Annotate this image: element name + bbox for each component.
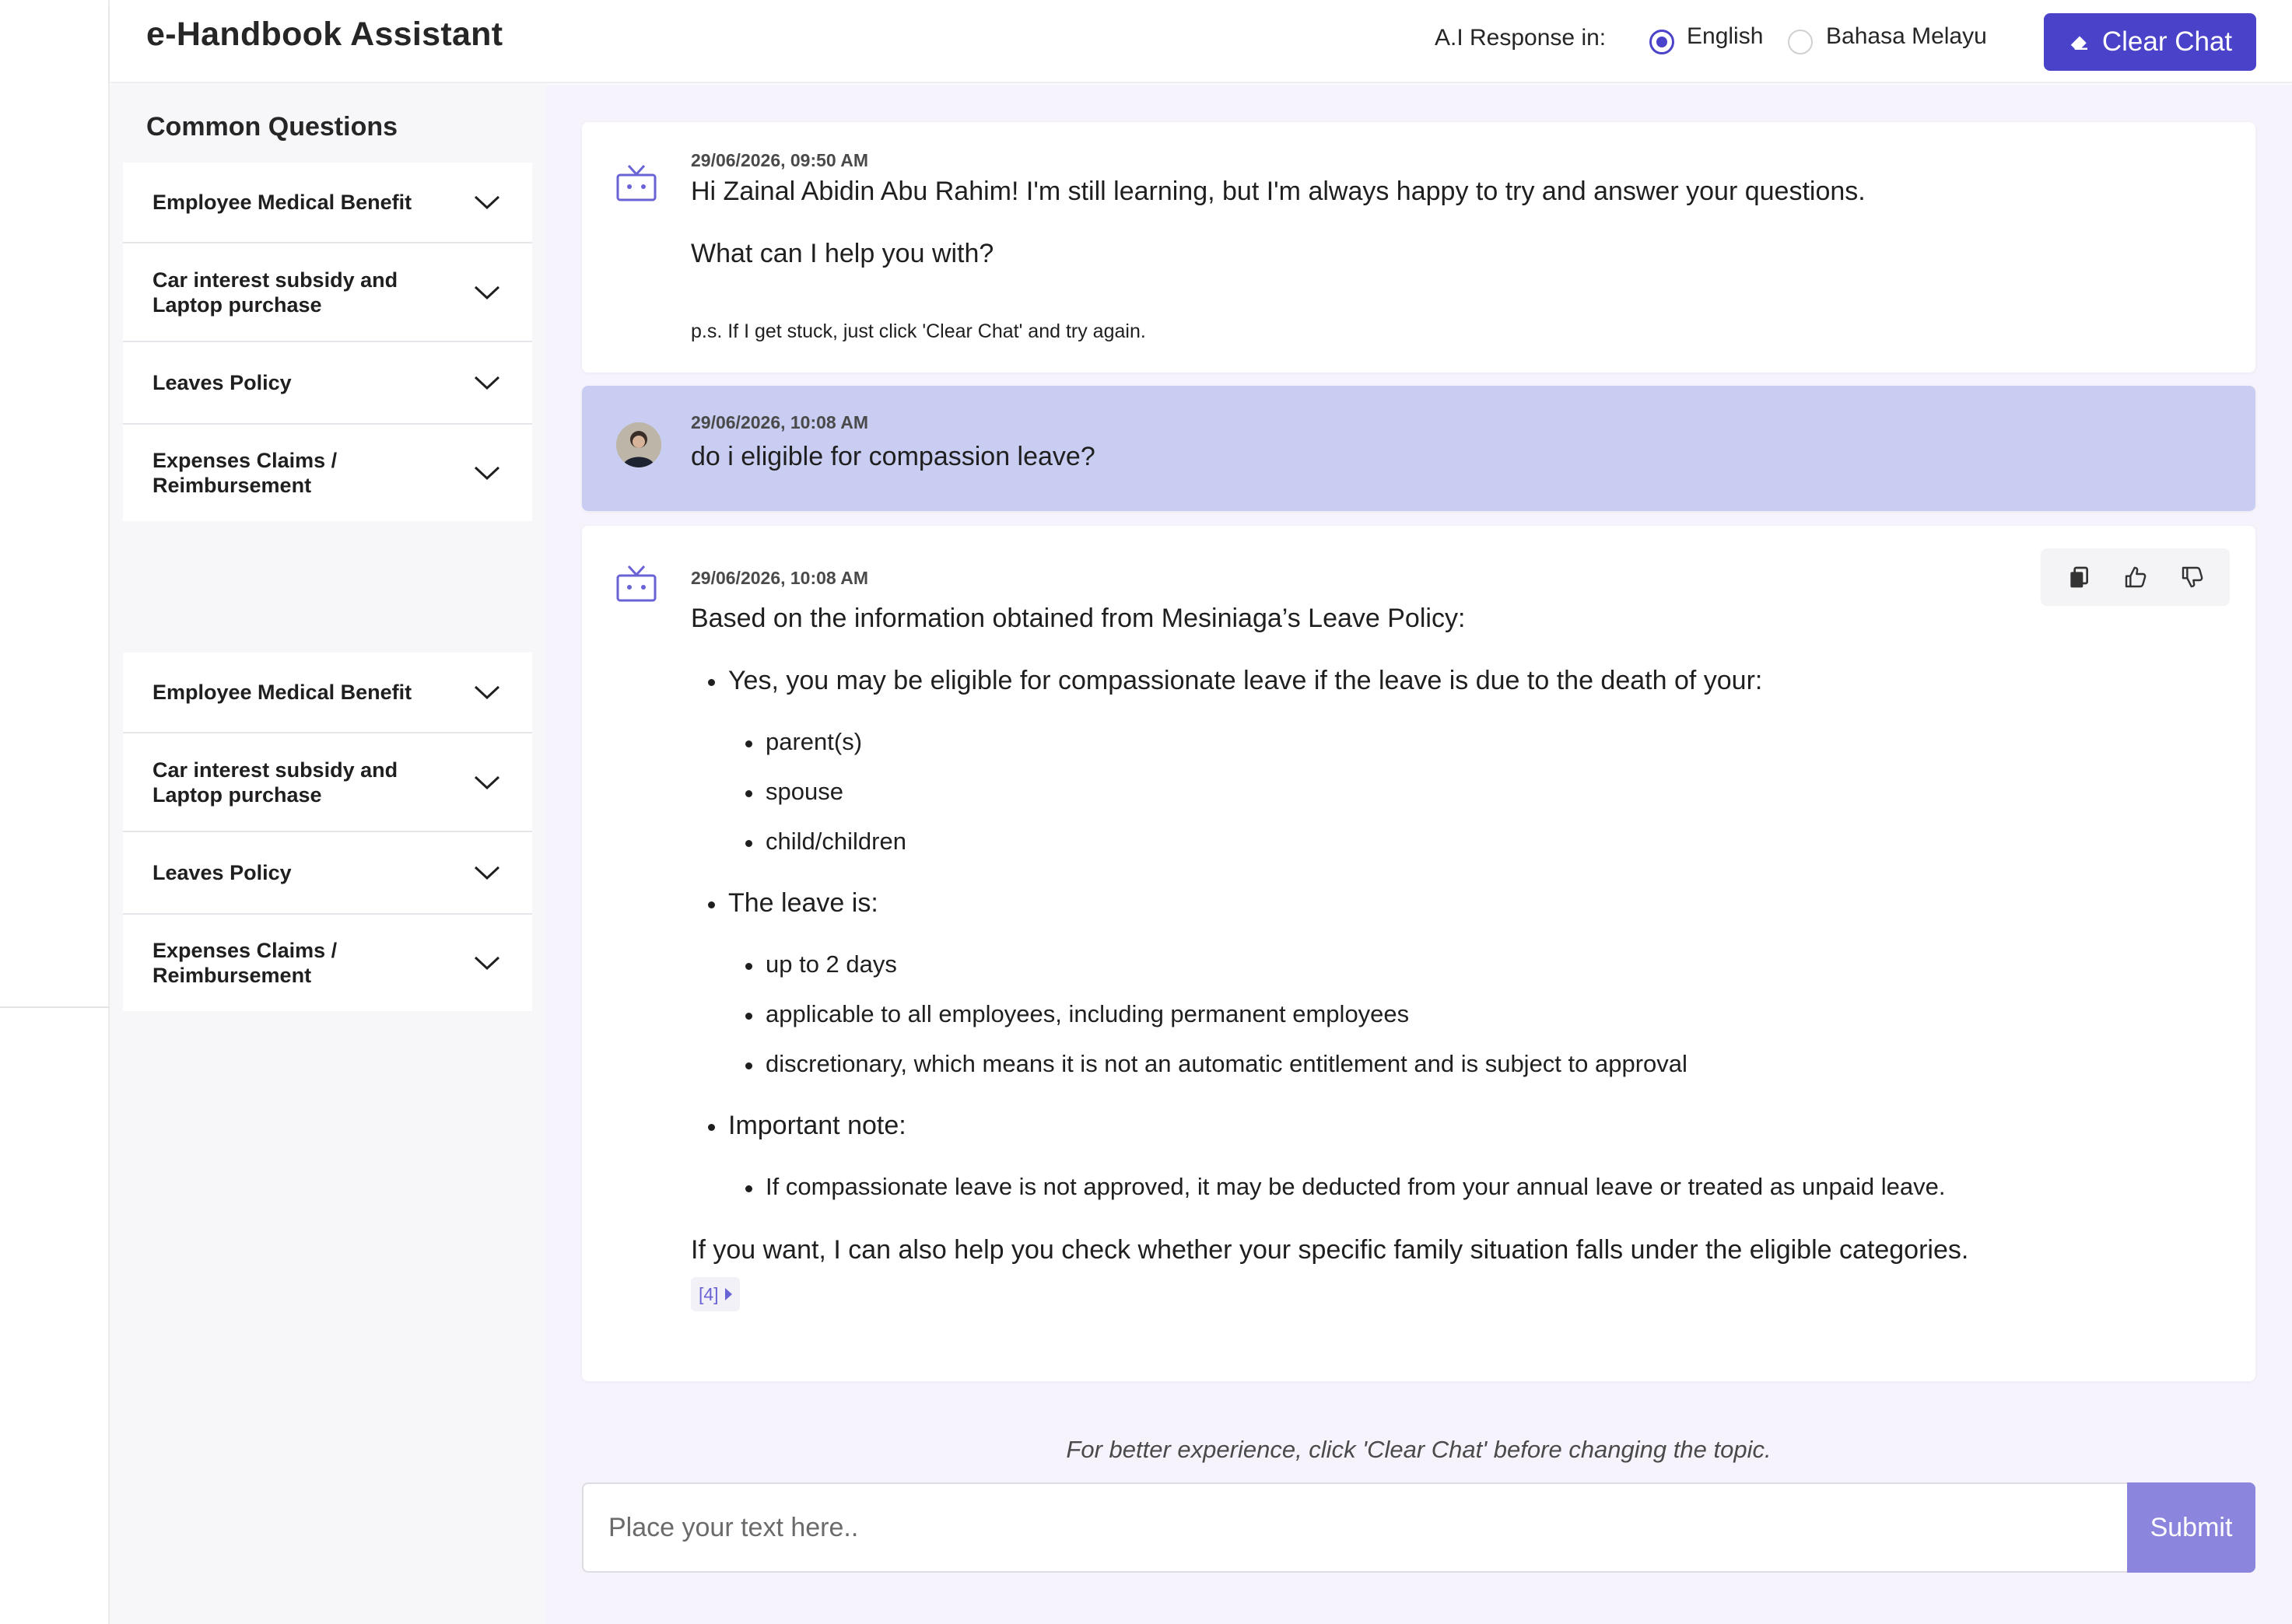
message-note: p.s. If I get stuck, just click 'Clear C… <box>691 320 1146 342</box>
radio-english-label[interactable]: English <box>1687 23 1763 50</box>
chevron-down-icon <box>474 775 500 789</box>
caret-right-icon <box>724 1288 732 1300</box>
user-message: 29/06/2026, 10:08 AM do i eligible for c… <box>582 386 2255 511</box>
radio-english[interactable] <box>1649 30 1674 54</box>
chevron-down-icon <box>474 866 500 880</box>
language-label: A.I Response in: <box>1435 25 1607 51</box>
accordion-group: Employee Medical Benefit Car interest su… <box>123 163 532 521</box>
chevron-down-icon <box>474 685 500 700</box>
accordion-label: Leaves Policy <box>152 861 292 884</box>
accordion-item[interactable]: Expenses Claims / Reimbursement <box>123 425 532 521</box>
answer-subbullet: spouse <box>745 778 843 805</box>
composer-hint: For better experience, click 'Clear Chat… <box>1066 1436 1772 1463</box>
accordion-item[interactable]: Car interest subsidy and Laptop purchase <box>123 243 532 342</box>
answer-subbullet: If compassionate leave is not approved, … <box>745 1173 1946 1200</box>
thumbs-up-icon[interactable] <box>2120 562 2151 593</box>
chat-main: 29/06/2026, 09:50 AM Hi Zainal Abidin Ab… <box>545 85 2292 1624</box>
radio-bahasa-melayu[interactable] <box>1788 30 1813 54</box>
message-timestamp: 29/06/2026, 09:50 AM <box>691 150 869 170</box>
bot-icon <box>616 565 657 602</box>
thumbs-down-icon[interactable] <box>2177 562 2208 593</box>
answer-intro: Based on the information obtained from M… <box>691 604 1466 633</box>
citation-button[interactable]: [4] <box>691 1277 740 1311</box>
eraser-icon <box>2070 36 2087 50</box>
copy-icon[interactable] <box>2063 562 2094 593</box>
answer-subbullet: child/children <box>745 828 906 855</box>
message-input-wrapper <box>582 1482 2127 1573</box>
chevron-down-icon <box>474 285 500 299</box>
app-title: e-Handbook Assistant <box>146 16 503 53</box>
left-rail <box>0 0 110 1624</box>
answer-subbullet: applicable to all employees, including p… <box>745 1000 1410 1027</box>
chevron-down-icon <box>474 956 500 971</box>
accordion-label: Employee Medical Benefit <box>152 191 412 214</box>
accordion-item[interactable]: Car interest subsidy and Laptop purchase <box>123 733 532 832</box>
accordion-item[interactable]: Employee Medical Benefit <box>123 653 532 733</box>
chevron-down-icon <box>474 376 500 390</box>
app-header: e-Handbook Assistant A.I Response in: En… <box>110 0 2292 83</box>
accordion-item[interactable]: Leaves Policy <box>123 832 532 915</box>
answer-bullet: The leave is: <box>708 888 878 918</box>
accordion-label: Expenses Claims / Reimbursement <box>152 449 338 497</box>
message-timestamp: 29/06/2026, 10:08 AM <box>691 568 869 588</box>
chevron-down-icon <box>474 466 500 481</box>
accordion-item[interactable]: Expenses Claims / Reimbursement <box>123 915 532 1011</box>
chevron-down-icon <box>474 195 500 210</box>
answer-bullet: Important note: <box>708 1111 906 1140</box>
answer-subbullet: discretionary, which means it is not an … <box>745 1050 1687 1077</box>
user-avatar-icon <box>616 422 661 467</box>
answer-subbullet: parent(s) <box>745 728 863 755</box>
assistant-message: 29/06/2026, 09:50 AM Hi Zainal Abidin Ab… <box>582 122 2255 373</box>
answer-closing: If you want, I can also help you check w… <box>691 1235 1969 1265</box>
accordion-label: Leaves Policy <box>152 371 292 394</box>
message-text: do i eligible for compassion leave? <box>691 442 1095 471</box>
message-text: What can I help you with? <box>691 239 994 268</box>
citation-label: [4] <box>699 1283 719 1304</box>
radio-bahasa-melayu-label[interactable]: Bahasa Melayu <box>1826 23 1987 50</box>
submit-button[interactable]: Submit <box>2127 1482 2255 1573</box>
accordion-group: Employee Medical Benefit Car interest su… <box>123 653 532 1011</box>
rail-divider <box>0 1006 110 1008</box>
accordion-label: Car interest subsidy and Laptop purchase <box>152 758 398 807</box>
assistant-message: 29/06/2026, 10:08 AM Based on the inform… <box>582 526 2255 1381</box>
message-timestamp: 29/06/2026, 10:08 AM <box>691 412 869 432</box>
answer-bullet: Yes, you may be eligible for compassiona… <box>707 666 1763 695</box>
common-questions-sidebar: Common Questions Employee Medical Benefi… <box>110 85 545 1624</box>
clear-chat-button[interactable]: Clear Chat <box>2044 13 2256 71</box>
message-input[interactable] <box>584 1484 2127 1571</box>
accordion-item[interactable]: Leaves Policy <box>123 342 532 425</box>
sidebar-title: Common Questions <box>146 112 398 142</box>
accordion-item[interactable]: Employee Medical Benefit <box>123 163 532 243</box>
answer-subbullet: up to 2 days <box>745 950 897 978</box>
message-text: Hi Zainal Abidin Abu Rahim! I'm still le… <box>691 177 1866 206</box>
accordion-label: Employee Medical Benefit <box>152 681 412 704</box>
accordion-label: Expenses Claims / Reimbursement <box>152 939 338 987</box>
accordion-label: Car interest subsidy and Laptop purchase <box>152 268 398 317</box>
bot-icon <box>616 164 657 201</box>
message-actions <box>2041 548 2230 606</box>
avatar <box>616 422 661 467</box>
clear-chat-label: Clear Chat <box>2101 26 2233 57</box>
